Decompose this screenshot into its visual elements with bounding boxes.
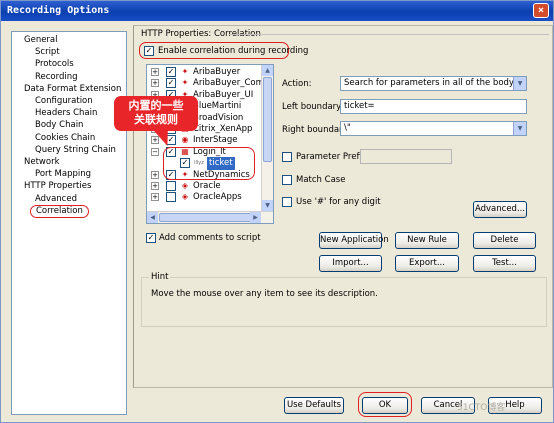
scroll-up-icon[interactable]: ▲ xyxy=(262,65,273,76)
application-icon: ◉ xyxy=(181,135,189,145)
right-boundary-select[interactable]: \" ▼ xyxy=(340,121,527,136)
sidebar-item-general[interactable]: General xyxy=(12,34,58,46)
watermark: 51CTO博客 xyxy=(457,403,506,413)
hscroll-thumb[interactable] xyxy=(159,213,259,222)
sidebar-item-correlation[interactable]: Correlation xyxy=(30,204,89,218)
application-icon: ✦ xyxy=(181,67,189,76)
scroll-right-icon[interactable]: ▶ xyxy=(250,212,261,223)
sidebar-item-network[interactable]: Network xyxy=(12,156,60,168)
sidebar-item-script[interactable]: Script xyxy=(12,46,60,58)
rules-horizontal-scrollbar[interactable]: ◀ ▶ xyxy=(147,211,273,223)
close-icon[interactable]: × xyxy=(533,3,549,18)
scroll-left-icon[interactable]: ◀ xyxy=(147,212,158,223)
rule-name: AribaBuyer_UI xyxy=(193,89,254,100)
expand-icon[interactable]: + xyxy=(151,68,159,76)
left-boundary-label: Left boundary: xyxy=(282,102,344,112)
left-boundary-input[interactable]: ticket= xyxy=(340,99,527,114)
rule-name: InterStage xyxy=(193,135,238,146)
right-boundary-value: \" xyxy=(344,123,351,133)
sidebar-item-configuration[interactable]: Configuration xyxy=(12,95,93,107)
hint-text: Move the mouse over any item to see its … xyxy=(151,289,378,299)
collapse-icon[interactable]: − xyxy=(151,147,159,156)
rule-name: BlueMartini xyxy=(193,101,242,112)
options-tree: General Script Protocols Recording Data Form… xyxy=(11,31,127,415)
parameter-prefix-input[interactable] xyxy=(360,149,452,164)
new-application-button[interactable]: New Application xyxy=(319,232,389,249)
advanced-button[interactable]: Advanced... xyxy=(473,201,527,218)
panel-title-divider xyxy=(229,34,549,35)
sidebar-item-headers-chain[interactable]: Headers Chain xyxy=(12,107,97,119)
import-button[interactable]: Import... xyxy=(319,255,382,272)
match-case-label: Match Case xyxy=(296,175,346,185)
new-rule-button[interactable]: New Rule xyxy=(395,232,459,249)
sidebar-item-data-format-extension[interactable]: Data Format Extension xyxy=(12,83,121,95)
recording-options-dialog: Recording Options × General Script Protoco… xyxy=(0,0,554,423)
match-case-checkbox[interactable] xyxy=(282,175,292,185)
rule-name: Citrix_XenApp xyxy=(193,124,253,134)
rule-checkbox[interactable]: ✓ xyxy=(166,78,176,89)
hint-title: Hint xyxy=(149,272,171,282)
export-button[interactable]: Export... xyxy=(395,255,459,272)
use-hash-label: Use '#' for any digit xyxy=(296,197,381,207)
callout-line-1: 内置的一些 xyxy=(128,99,184,112)
sidebar-item-protocols[interactable]: Protocols xyxy=(12,58,74,70)
action-select-value: Search for parameters in all of the body… xyxy=(344,78,527,88)
callout-line-2: 关联规则 xyxy=(134,113,178,126)
parameter-prefix-label: Parameter Prefix: xyxy=(296,152,370,162)
expand-icon[interactable]: + xyxy=(151,170,159,179)
login-rule-highlight xyxy=(163,147,255,180)
application-icon: ◈ xyxy=(181,192,189,202)
chevron-down-icon[interactable]: ▼ xyxy=(513,77,526,90)
application-icon: ◈ xyxy=(181,181,189,190)
action-select[interactable]: Search for parameters in all of the body… xyxy=(340,76,527,91)
action-label: Action: xyxy=(282,79,312,89)
rule-name: AribaBuyer xyxy=(193,67,241,77)
enable-correlation-checkbox[interactable]: ✓ xyxy=(144,46,154,56)
rules-vertical-scrollbar[interactable]: ▲ ▼ xyxy=(261,65,273,211)
scroll-down-icon[interactable]: ▼ xyxy=(262,200,273,211)
rule-row[interactable]: + ◈ OracleApps xyxy=(147,191,262,204)
rule-checkbox[interactable] xyxy=(166,181,176,191)
sidebar-item-port-mapping[interactable]: Port Mapping xyxy=(12,168,91,180)
expand-icon[interactable]: + xyxy=(151,182,159,190)
rule-row[interactable]: + ◈ Oracle xyxy=(147,180,262,193)
title-bar[interactable]: Recording Options × xyxy=(1,1,553,21)
rule-name: BroadVision xyxy=(193,112,244,123)
scroll-thumb[interactable] xyxy=(263,77,272,162)
expand-icon[interactable]: + xyxy=(151,193,159,202)
rule-checkbox[interactable] xyxy=(166,192,176,203)
sidebar-item-http-properties[interactable]: HTTP Properties xyxy=(12,180,91,192)
parameter-prefix-checkbox[interactable] xyxy=(282,152,292,162)
rule-row[interactable]: + ✓ ✦ AribaBuyer xyxy=(147,66,262,79)
sidebar-item-cookies-chain[interactable]: Cookies Chain xyxy=(12,132,95,144)
rule-name: Oracle xyxy=(193,181,221,191)
sidebar-item-recording[interactable]: Recording xyxy=(12,71,78,83)
add-comments-label: Add comments to script xyxy=(159,233,261,243)
expand-icon[interactable]: + xyxy=(151,79,159,88)
sidebar-item-advanced[interactable]: Advanced xyxy=(12,193,77,205)
window-title: Recording Options xyxy=(7,5,110,16)
annotation-callout: 内置的一些 关联规则 xyxy=(114,96,198,131)
application-icon: ✦ xyxy=(181,78,189,88)
rule-name: OracleApps xyxy=(193,192,242,203)
use-defaults-button[interactable]: Use Defaults xyxy=(284,397,344,414)
rule-checkbox[interactable]: ✓ xyxy=(166,67,176,77)
delete-button[interactable]: Delete xyxy=(473,232,536,249)
test-button[interactable]: Test... xyxy=(473,255,536,272)
enable-correlation-label: Enable correlation during recording xyxy=(158,46,309,56)
sidebar-item-body-chain[interactable]: Body Chain xyxy=(12,119,83,131)
add-comments-checkbox[interactable]: ✓ xyxy=(146,233,156,243)
sidebar-item-query-string-chain[interactable]: Query String Chain xyxy=(12,144,116,156)
ok-button[interactable]: OK xyxy=(362,397,408,414)
hint-group xyxy=(141,277,547,327)
rule-row[interactable]: + ✓ ✦ AribaBuyer_Comm xyxy=(147,77,272,90)
chevron-down-icon[interactable]: ▼ xyxy=(513,122,526,135)
use-hash-checkbox[interactable] xyxy=(282,197,292,207)
